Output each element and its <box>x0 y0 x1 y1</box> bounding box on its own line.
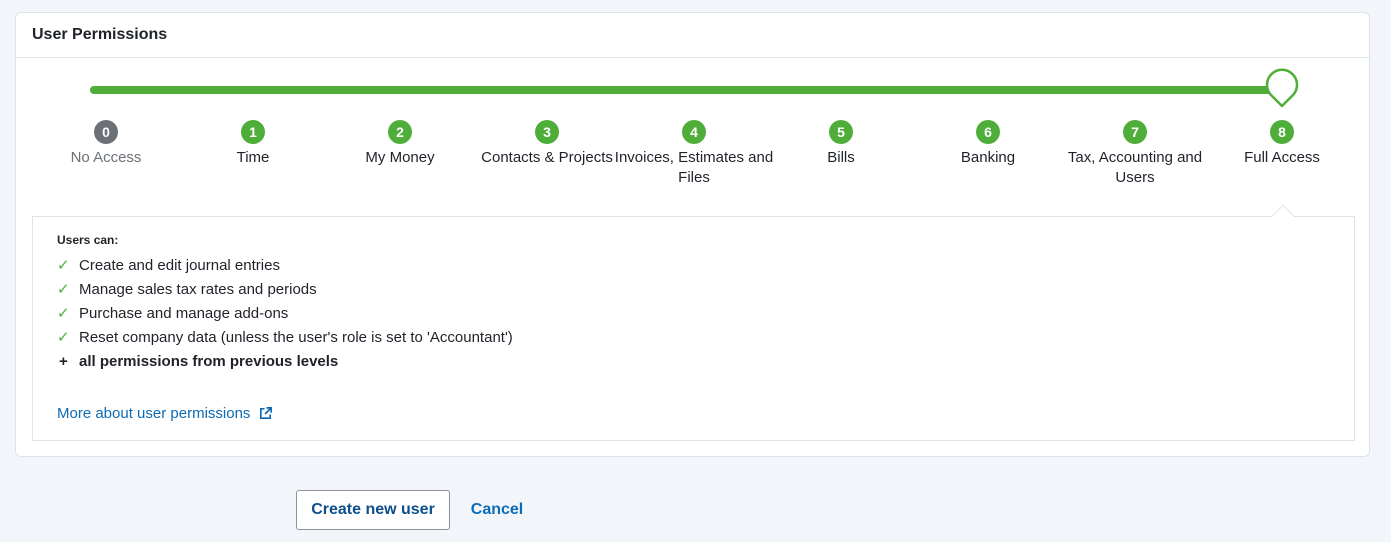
check-icon: ✓ <box>57 257 70 274</box>
permission-item: ✓ Manage sales tax rates and periods <box>57 277 513 301</box>
step-label: My Money <box>365 149 435 166</box>
permission-item: ✓ Create and edit journal entries <box>57 253 513 277</box>
permission-text: Purchase and manage add-ons <box>79 304 289 322</box>
permission-text: Reset company data (unless the user's ro… <box>79 328 513 346</box>
permission-item: ✓ Reset company data (unless the user's r… <box>57 325 513 349</box>
permission-text: Create and edit journal entries <box>79 256 280 274</box>
step-number-badge: 3 <box>535 120 559 144</box>
slider-step-1[interactable]: 1 Time <box>173 120 333 168</box>
step-number-badge: 5 <box>829 120 853 144</box>
more-about-permissions-link[interactable]: More about user permissions <box>57 405 273 422</box>
slider-step-2[interactable]: 2 My Money <box>320 120 480 168</box>
slider-step-0[interactable]: 0 No Access <box>26 120 186 168</box>
step-number-badge: 6 <box>976 120 1000 144</box>
plus-icon: + <box>59 352 68 370</box>
slider-track-fill <box>90 86 1282 94</box>
step-label: Tax, Accounting and Users <box>1067 149 1203 186</box>
slider-handle[interactable] <box>1265 68 1299 108</box>
step-number-badge: 0 <box>94 120 118 144</box>
slider-track[interactable] <box>90 86 1282 94</box>
step-label: Bills <box>827 149 855 166</box>
check-icon: ✓ <box>57 281 70 298</box>
permission-list: ✓ Create and edit journal entries ✓ Manage … <box>57 253 513 373</box>
step-number-badge: 1 <box>241 120 265 144</box>
step-label: No Access <box>70 149 142 166</box>
more-link-label: More about user permissions <box>57 405 251 422</box>
slider-step-8[interactable]: 8 Full Access <box>1202 120 1362 168</box>
slider-step-4[interactable]: 4 Invoices, Estimates and Files <box>614 120 774 188</box>
check-icon: ✓ <box>57 305 70 322</box>
user-permissions-panel: User Permissions 0 No Access 1 Time 2 My Mone… <box>15 12 1370 457</box>
permission-level-slider[interactable]: 0 No Access 1 Time 2 My Money 3 Contacts & Proj… <box>16 58 1369 218</box>
users-can-heading: Users can: <box>57 233 119 247</box>
step-label: Contacts & Projects <box>481 149 613 166</box>
previous-levels-text: all permissions from previous levels <box>79 352 339 370</box>
step-label: Full Access <box>1244 149 1320 166</box>
step-number-badge: 4 <box>682 120 706 144</box>
slider-step-7[interactable]: 7 Tax, Accounting and Users <box>1055 120 1215 188</box>
cancel-button[interactable]: Cancel <box>462 490 532 530</box>
external-link-icon <box>260 407 273 420</box>
step-label: Invoices, Estimates and Files <box>614 149 774 186</box>
permission-text: Manage sales tax rates and periods <box>79 280 317 298</box>
slider-step-3[interactable]: 3 Contacts & Projects <box>467 120 627 168</box>
check-icon: ✓ <box>57 329 70 346</box>
permission-details-box: Users can: ✓ Create and edit journal entr… <box>32 204 1355 441</box>
step-number-badge: 2 <box>388 120 412 144</box>
step-number-badge: 7 <box>1123 120 1147 144</box>
panel-title: User Permissions <box>32 26 168 43</box>
create-new-user-button[interactable]: Create new user <box>296 490 450 530</box>
panel-header: User Permissions <box>16 13 1369 58</box>
step-label: Banking <box>960 149 1016 166</box>
step-number-badge: 8 <box>1270 120 1294 144</box>
permission-item: ✓ Purchase and manage add-ons <box>57 301 513 325</box>
step-label: Time <box>236 149 270 166</box>
slider-step-6[interactable]: 6 Banking <box>908 120 1068 168</box>
slider-step-5[interactable]: 5 Bills <box>761 120 921 168</box>
previous-levels-note: + all permissions from previous levels <box>57 349 513 373</box>
